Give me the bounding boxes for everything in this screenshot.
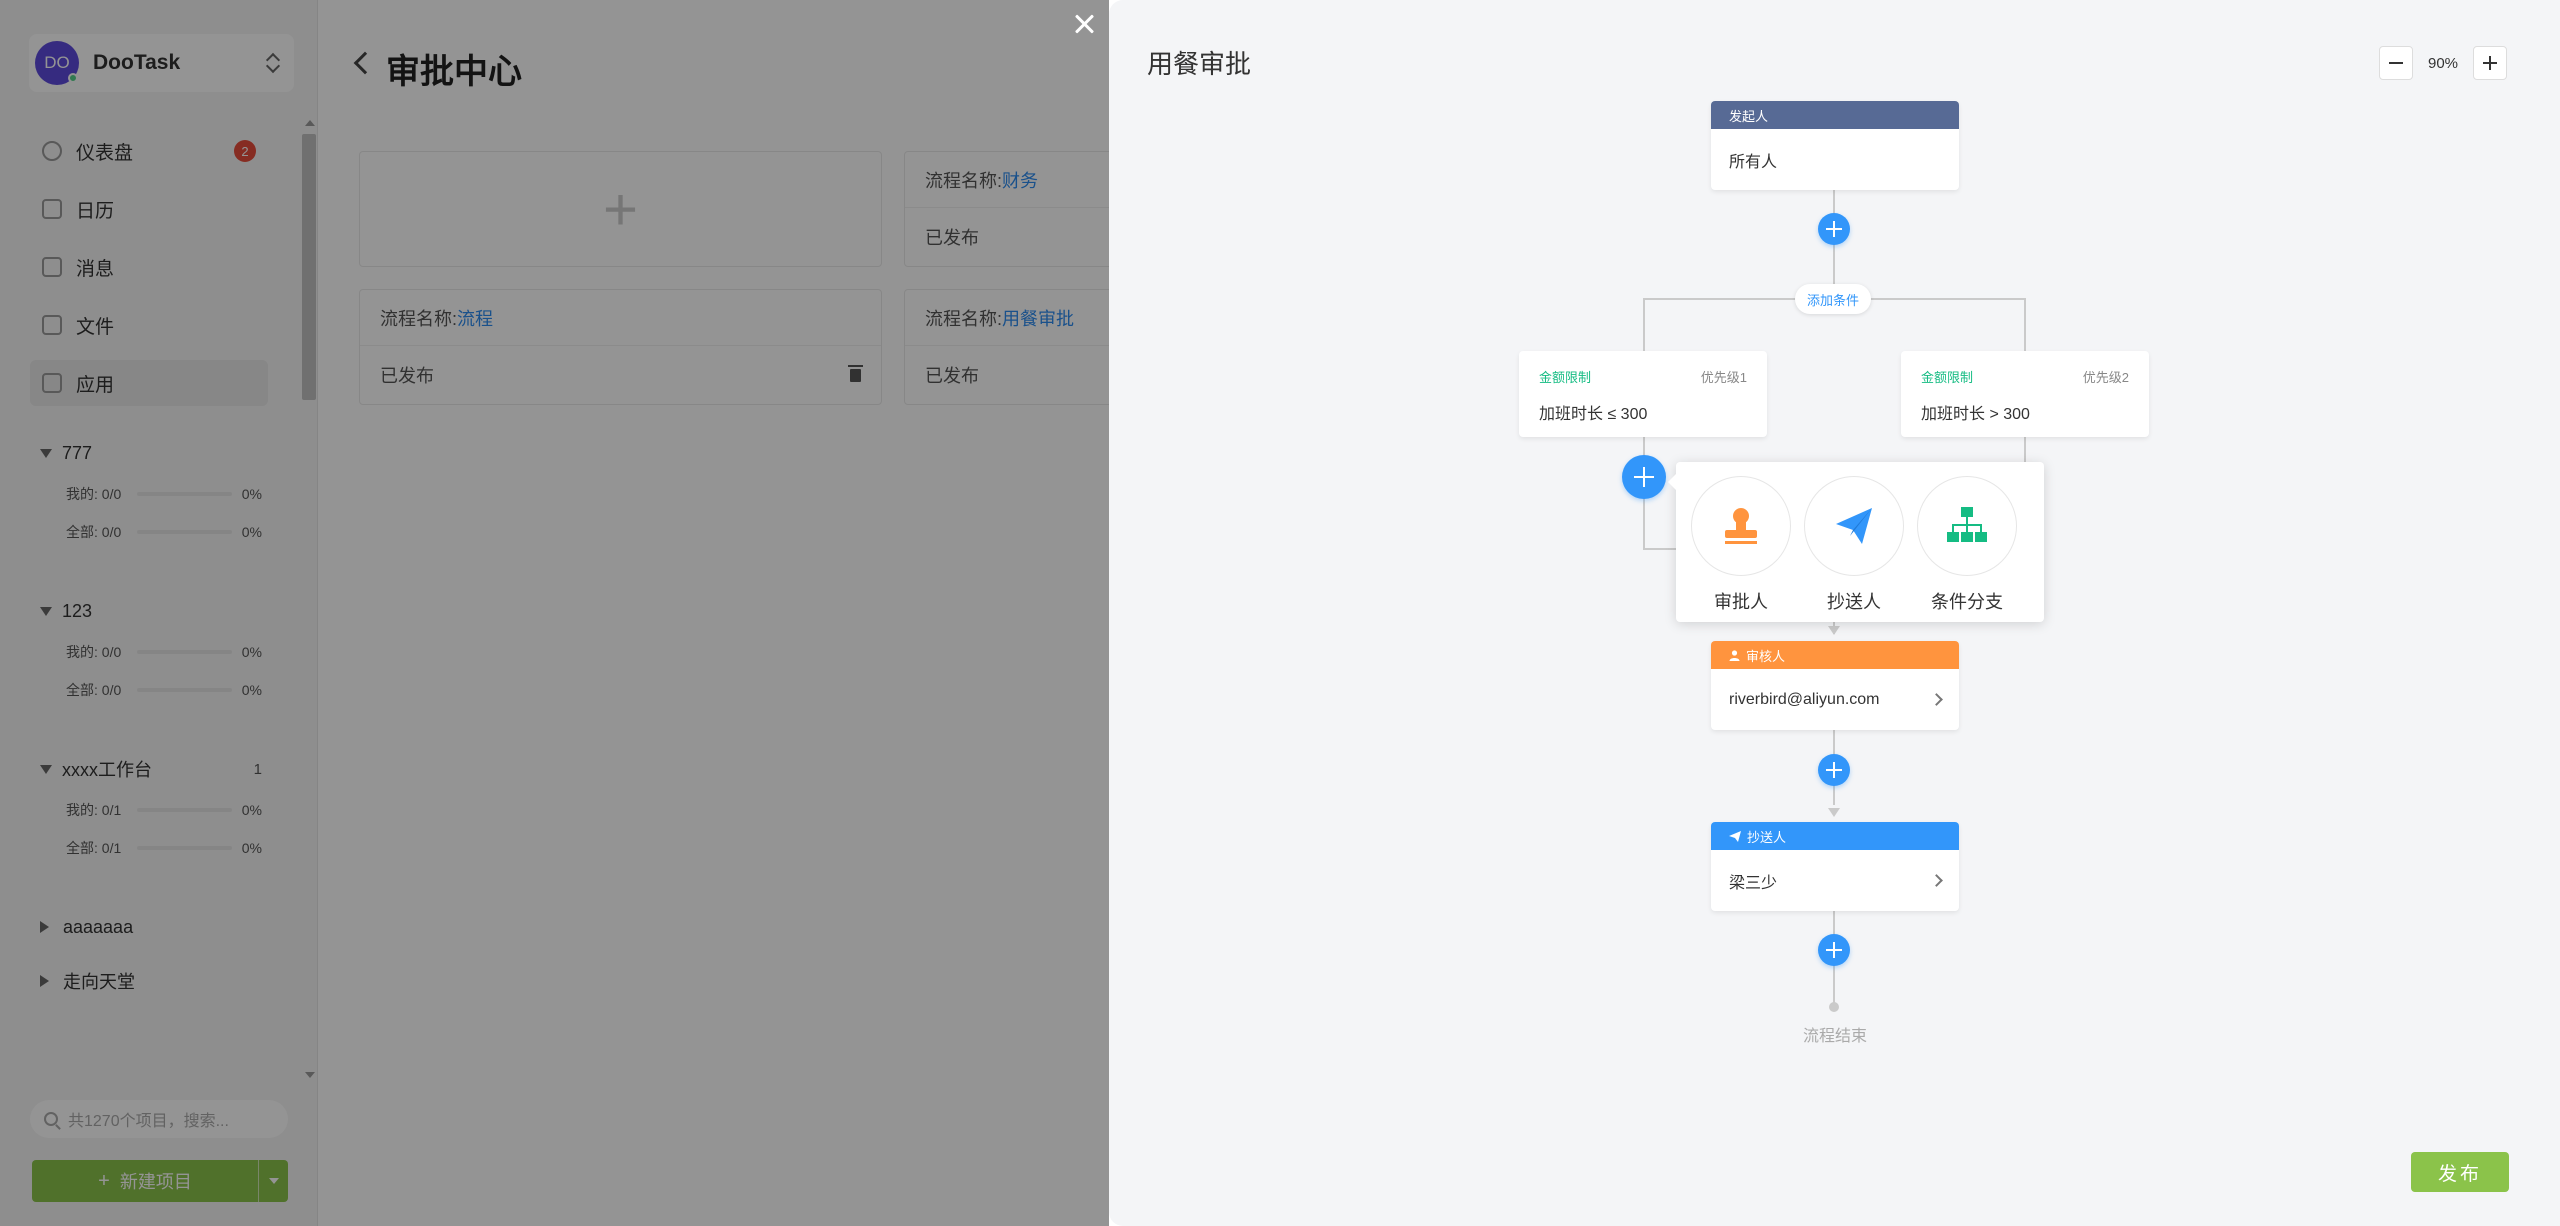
node-value: 所有人 bbox=[1729, 153, 1778, 171]
arrow-icon bbox=[1828, 808, 1840, 817]
node-header-label: 抄送人 bbox=[1747, 829, 1787, 845]
node-type-label: 条件分支 bbox=[1931, 592, 2003, 612]
arrow-icon bbox=[1828, 626, 1840, 635]
condition-title: 金额限制 bbox=[1921, 370, 1974, 385]
zoom-out-button[interactable] bbox=[2379, 46, 2413, 80]
condition-node[interactable]: 金额限制 优先级1 加班时长 ≤ 300 bbox=[1519, 351, 1767, 437]
node-header: 抄送人 bbox=[1711, 822, 1959, 850]
paper-plane-icon bbox=[1729, 830, 1741, 842]
approver-node[interactable]: 审核人 riverbird@aliyun.com bbox=[1711, 641, 1959, 730]
drawer-title: 用餐审批 bbox=[1147, 49, 1252, 79]
node-value: riverbird@aliyun.com bbox=[1729, 690, 1880, 708]
node-type-circle[interactable] bbox=[1691, 476, 1791, 576]
chevron-right-icon bbox=[1930, 693, 1943, 706]
publish-button[interactable]: 发布 bbox=[2411, 1152, 2509, 1192]
node-header: 发起人 bbox=[1711, 101, 1959, 129]
condition-expression: 加班时长 ≤ 300 bbox=[1539, 406, 1648, 423]
node-type-cc[interactable]: 抄送人 bbox=[1804, 476, 1904, 614]
end-dot bbox=[1829, 1002, 1839, 1012]
zoom-control: 90% bbox=[2379, 46, 2507, 80]
paper-plane-icon bbox=[1836, 508, 1872, 544]
close-icon[interactable] bbox=[1073, 12, 1097, 36]
node-type-approver[interactable]: 审批人 bbox=[1691, 476, 1791, 614]
node-header-label: 发起人 bbox=[1729, 108, 1769, 124]
connector-line bbox=[1643, 548, 1677, 550]
node-value: 梁三少 bbox=[1729, 874, 1778, 892]
modal-overlay[interactable] bbox=[0, 0, 1109, 1226]
stamp-icon bbox=[1725, 508, 1757, 544]
condition-priority: 优先级2 bbox=[2082, 370, 2129, 385]
condition-title: 金额限制 bbox=[1539, 370, 1592, 385]
node-type-circle[interactable] bbox=[1804, 476, 1904, 576]
add-node-button-active[interactable] bbox=[1622, 455, 1666, 499]
add-node-button[interactable] bbox=[1818, 213, 1850, 245]
node-body: riverbird@aliyun.com bbox=[1711, 669, 1959, 730]
node-type-condition[interactable]: 条件分支 bbox=[1917, 476, 2017, 614]
node-header: 审核人 bbox=[1711, 641, 1959, 669]
node-type-circle[interactable] bbox=[1917, 476, 2017, 576]
node-body: 所有人 bbox=[1711, 129, 1959, 190]
node-body: 梁三少 bbox=[1711, 850, 1959, 911]
zoom-level: 90% bbox=[2427, 54, 2459, 72]
user-icon bbox=[1729, 649, 1740, 661]
initiator-node[interactable]: 发起人 所有人 bbox=[1711, 101, 1959, 190]
chevron-right-icon bbox=[1930, 874, 1943, 887]
condition-expression: 加班时长 > 300 bbox=[1921, 406, 2030, 423]
add-node-button[interactable] bbox=[1818, 934, 1850, 966]
flow-end-label: 流程结束 bbox=[1803, 1028, 1868, 1045]
org-chart-icon bbox=[1947, 507, 1987, 542]
cc-node[interactable]: 抄送人 梁三少 bbox=[1711, 822, 1959, 911]
condition-node[interactable]: 金额限制 优先级2 加班时长 > 300 bbox=[1901, 351, 2149, 437]
node-header-label: 审核人 bbox=[1746, 648, 1786, 664]
add-condition-button[interactable]: 添加条件 bbox=[1795, 284, 1871, 314]
condition-priority: 优先级1 bbox=[1700, 370, 1747, 385]
node-type-label: 抄送人 bbox=[1827, 592, 1881, 612]
node-type-label: 审批人 bbox=[1714, 592, 1768, 612]
workflow-editor-drawer: 用餐审批 90% 发起人 所有人 添加条件 金额限制 优先级1 加班时长 ≤ 3… bbox=[1109, 0, 2560, 1226]
node-type-popover: 审批人 抄送人 条件分支 bbox=[1668, 462, 2044, 622]
zoom-in-button[interactable] bbox=[2473, 46, 2507, 80]
add-node-button[interactable] bbox=[1818, 754, 1850, 786]
